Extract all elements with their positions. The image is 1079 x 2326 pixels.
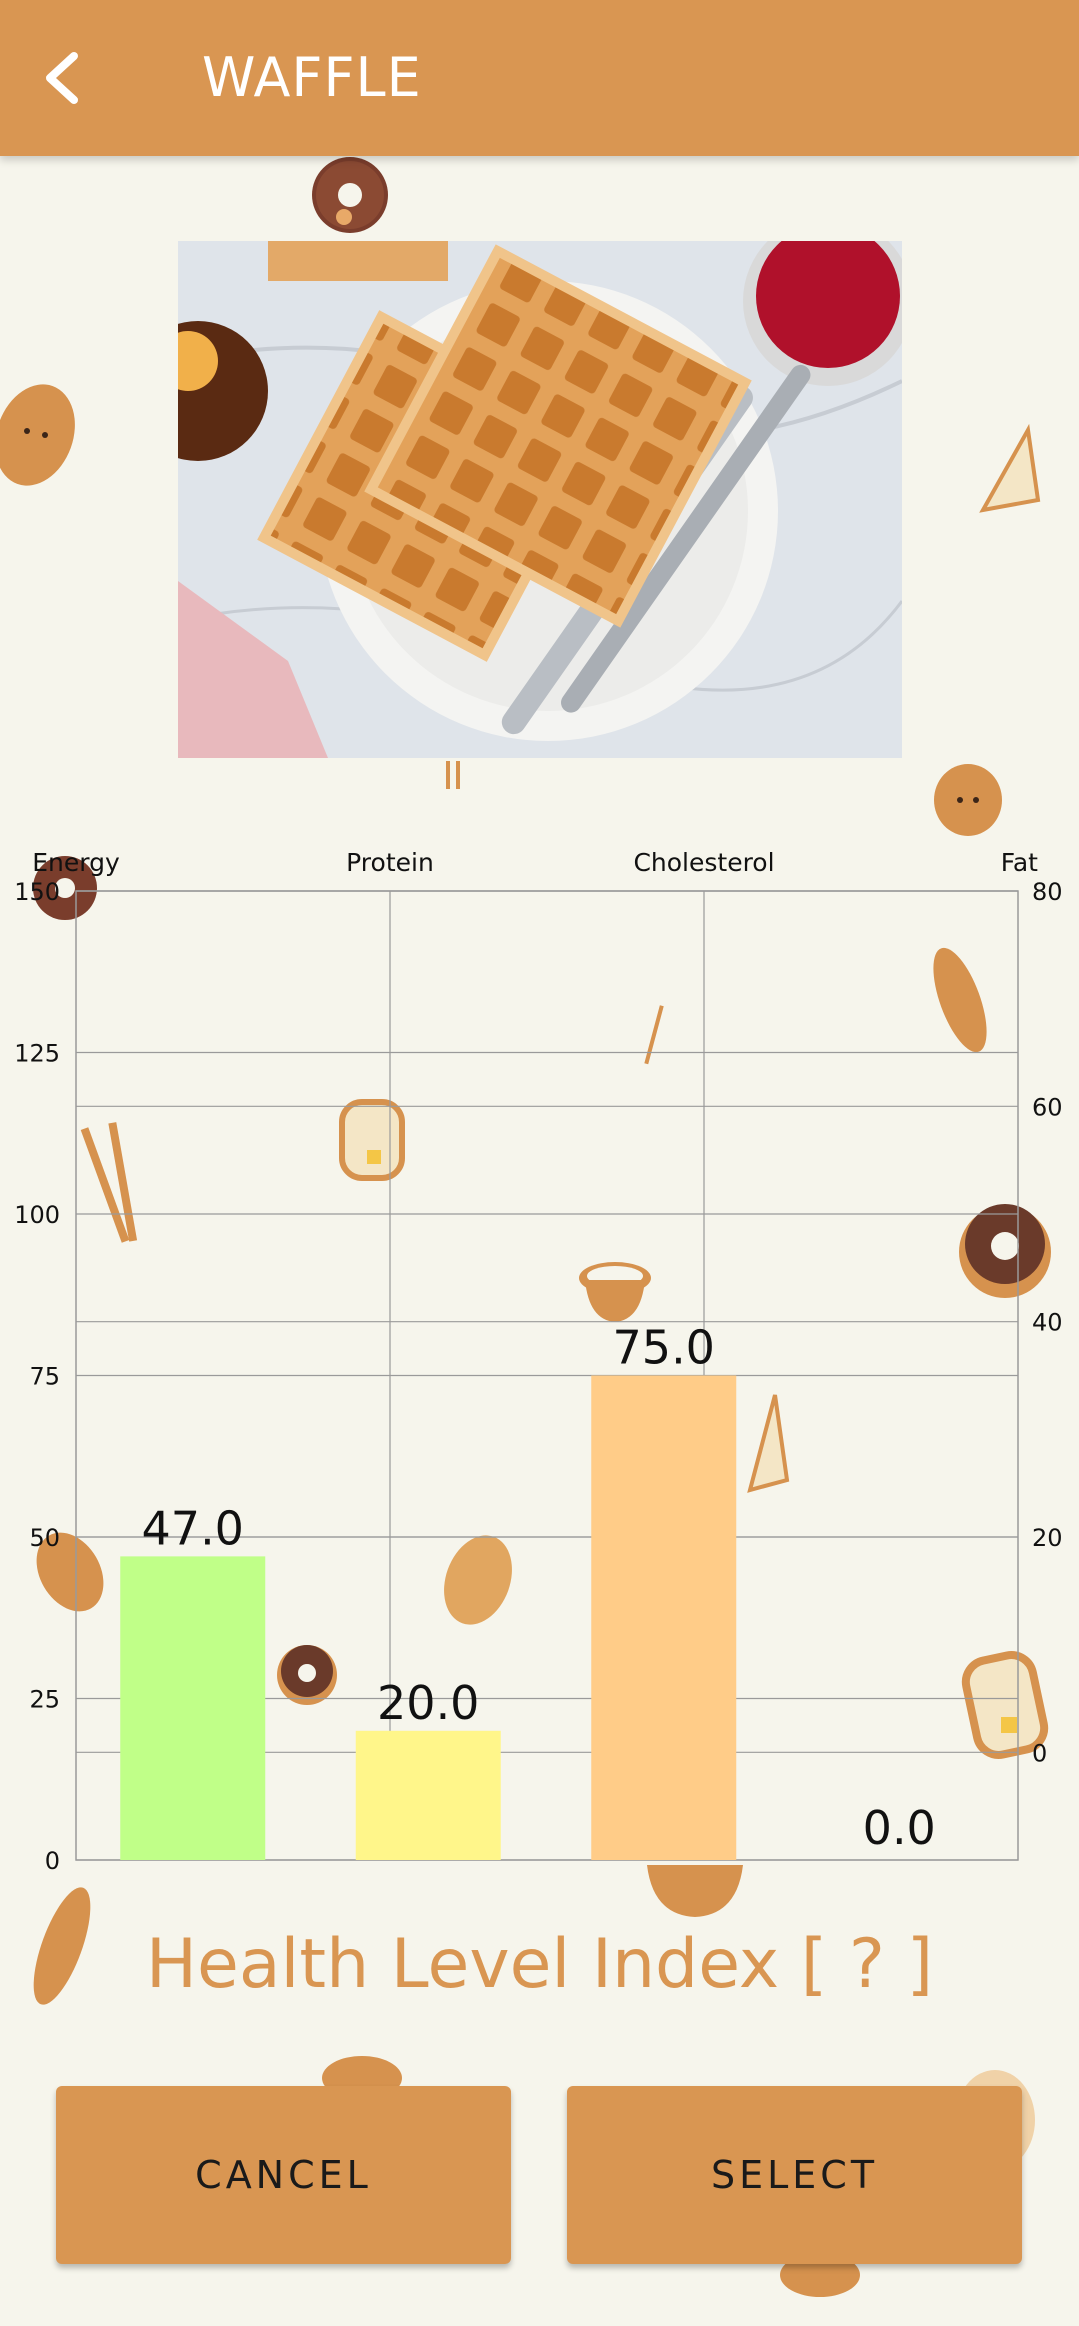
category-label: Energy: [32, 848, 120, 877]
right-axis-tick-label: 0: [1032, 1739, 1047, 1767]
bar-energy: [120, 1556, 266, 1860]
left-axis-tick-label: 25: [29, 1686, 60, 1714]
right-axis-tick-label: 80: [1032, 878, 1063, 906]
select-button[interactable]: SELECT: [567, 2086, 1022, 2264]
right-axis-tick-label: 20: [1032, 1524, 1063, 1552]
food-image: [128, 216, 913, 758]
bar-cholesterol: [591, 1375, 737, 1860]
category-label: Fat: [1001, 848, 1038, 877]
left-axis-tick-label: 0: [45, 1847, 60, 1875]
app-bar: WAFFLE: [0, 0, 1079, 156]
waffle-photo: [128, 216, 913, 758]
health-level-index-link[interactable]: Health Level Index [ ? ]: [0, 1925, 1079, 2004]
left-axis-tick-label: 75: [29, 1363, 60, 1391]
donut-doodle: [312, 157, 388, 233]
bar-protein: [355, 1730, 501, 1860]
back-button[interactable]: [32, 38, 112, 118]
page-title: WAFFLE: [202, 46, 422, 109]
right-axis-tick-label: 60: [1032, 1093, 1063, 1121]
bar-value-label: 47.0: [142, 1501, 244, 1555]
cancel-button[interactable]: CANCEL: [56, 2086, 511, 2264]
left-axis-tick-label: 100: [14, 1201, 60, 1229]
bar-value-label: 0.0: [863, 1801, 936, 1855]
sandwich-doodle: [979, 423, 1041, 513]
category-label: Protein: [346, 848, 434, 877]
chevron-left-icon: [46, 52, 78, 104]
bar-value-label: 20.0: [377, 1676, 479, 1730]
nutrition-chart: 0 25 50 75 100 125 150 0 20 40 60 80 Energy Protein Ch…: [0, 840, 1079, 1880]
left-axis-tick-label: 50: [29, 1524, 60, 1552]
right-axis-tick-label: 40: [1032, 1309, 1063, 1337]
left-axis-tick-label: 150: [14, 878, 60, 906]
bar-value-label: 75.0: [613, 1321, 715, 1375]
category-label: Cholesterol: [633, 848, 774, 877]
bread-bear-doodle: [0, 384, 75, 486]
bun-doodle: [934, 764, 1002, 836]
fork-doodle: [446, 761, 460, 789]
left-axis-tick-label: 125: [14, 1040, 60, 1068]
nutrition-bar-chart: 0 25 50 75 100 125 150 0 20 40 60 80 Energy Protein Ch…: [14, 848, 1063, 1875]
